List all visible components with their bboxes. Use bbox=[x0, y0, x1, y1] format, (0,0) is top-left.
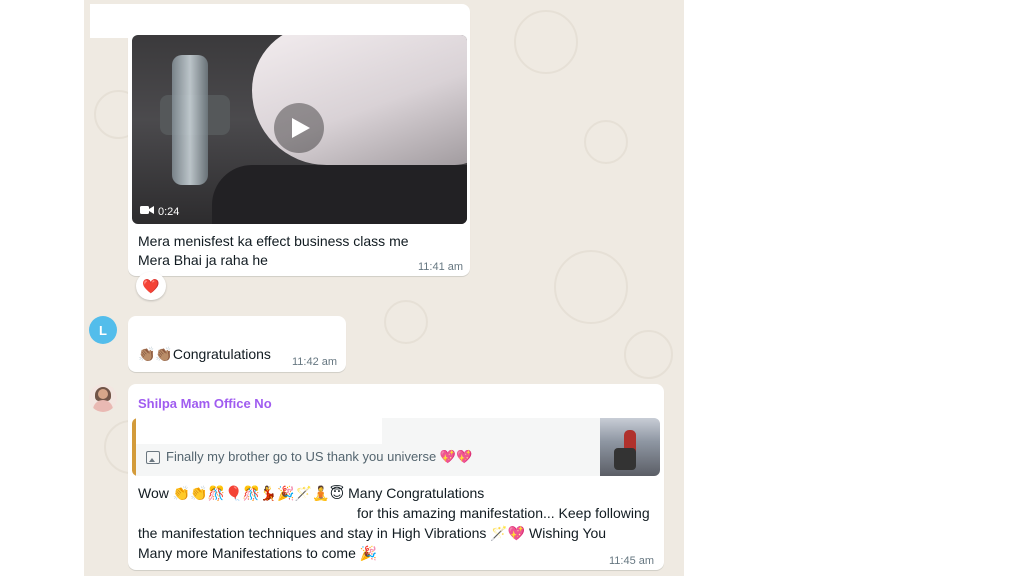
reaction-emoji: ❤️ bbox=[142, 277, 160, 294]
heart-icon[interactable]: ❤️ bbox=[136, 272, 166, 300]
video-duration-label: 0:24 bbox=[158, 205, 180, 218]
avatar-letter: L bbox=[99, 322, 107, 338]
message-line2: for this amazing manifestation... Keep f… bbox=[357, 505, 650, 521]
quoted-text: Finally my brother go to US thank you un… bbox=[166, 449, 473, 464]
video-caption-line1: Mera menisfest ka effect business class … bbox=[138, 233, 409, 249]
wallpaper-doodle bbox=[554, 250, 628, 324]
wallpaper-doodle bbox=[584, 120, 628, 164]
message-line3: the manifestation techniques and stay in… bbox=[138, 525, 607, 541]
sender-name[interactable]: Shilpa Mam Office No bbox=[138, 396, 272, 411]
cropped-quote-header bbox=[136, 418, 382, 444]
image-icon bbox=[146, 450, 160, 464]
video-caption-line2: Mera Bhai ja raha he bbox=[138, 252, 268, 268]
video-duration: 0:24 bbox=[140, 205, 179, 218]
wallpaper-doodle bbox=[624, 330, 673, 379]
message-time: 11:42 am bbox=[292, 356, 338, 368]
message-time: 11:45 am bbox=[609, 555, 655, 567]
cropped-header bbox=[90, 4, 380, 38]
message-time: 11:41 am bbox=[418, 261, 464, 273]
quoted-message[interactable]: Finally my brother go to US thank you un… bbox=[132, 418, 660, 476]
play-icon[interactable] bbox=[274, 103, 324, 153]
message-text: 👏🏽👏🏽Congratulations bbox=[138, 346, 271, 362]
avatar[interactable] bbox=[89, 384, 117, 412]
wallpaper-doodle bbox=[514, 10, 578, 74]
video-thumbnail[interactable]: 0:24 bbox=[132, 35, 467, 224]
wallpaper-doodle bbox=[384, 300, 428, 344]
message-line4: Many more Manifestations to come 🎉 bbox=[138, 545, 378, 561]
video-camera-icon bbox=[140, 205, 154, 218]
message-line1: Wow 👏👏🎊🎈🎊💃🎉🪄🧘😇 Many Congratulations bbox=[138, 485, 485, 501]
quoted-text-row: Finally my brother go to US thank you un… bbox=[146, 449, 472, 465]
avatar[interactable]: L bbox=[89, 316, 117, 344]
quoted-image-thumbnail bbox=[600, 418, 660, 476]
